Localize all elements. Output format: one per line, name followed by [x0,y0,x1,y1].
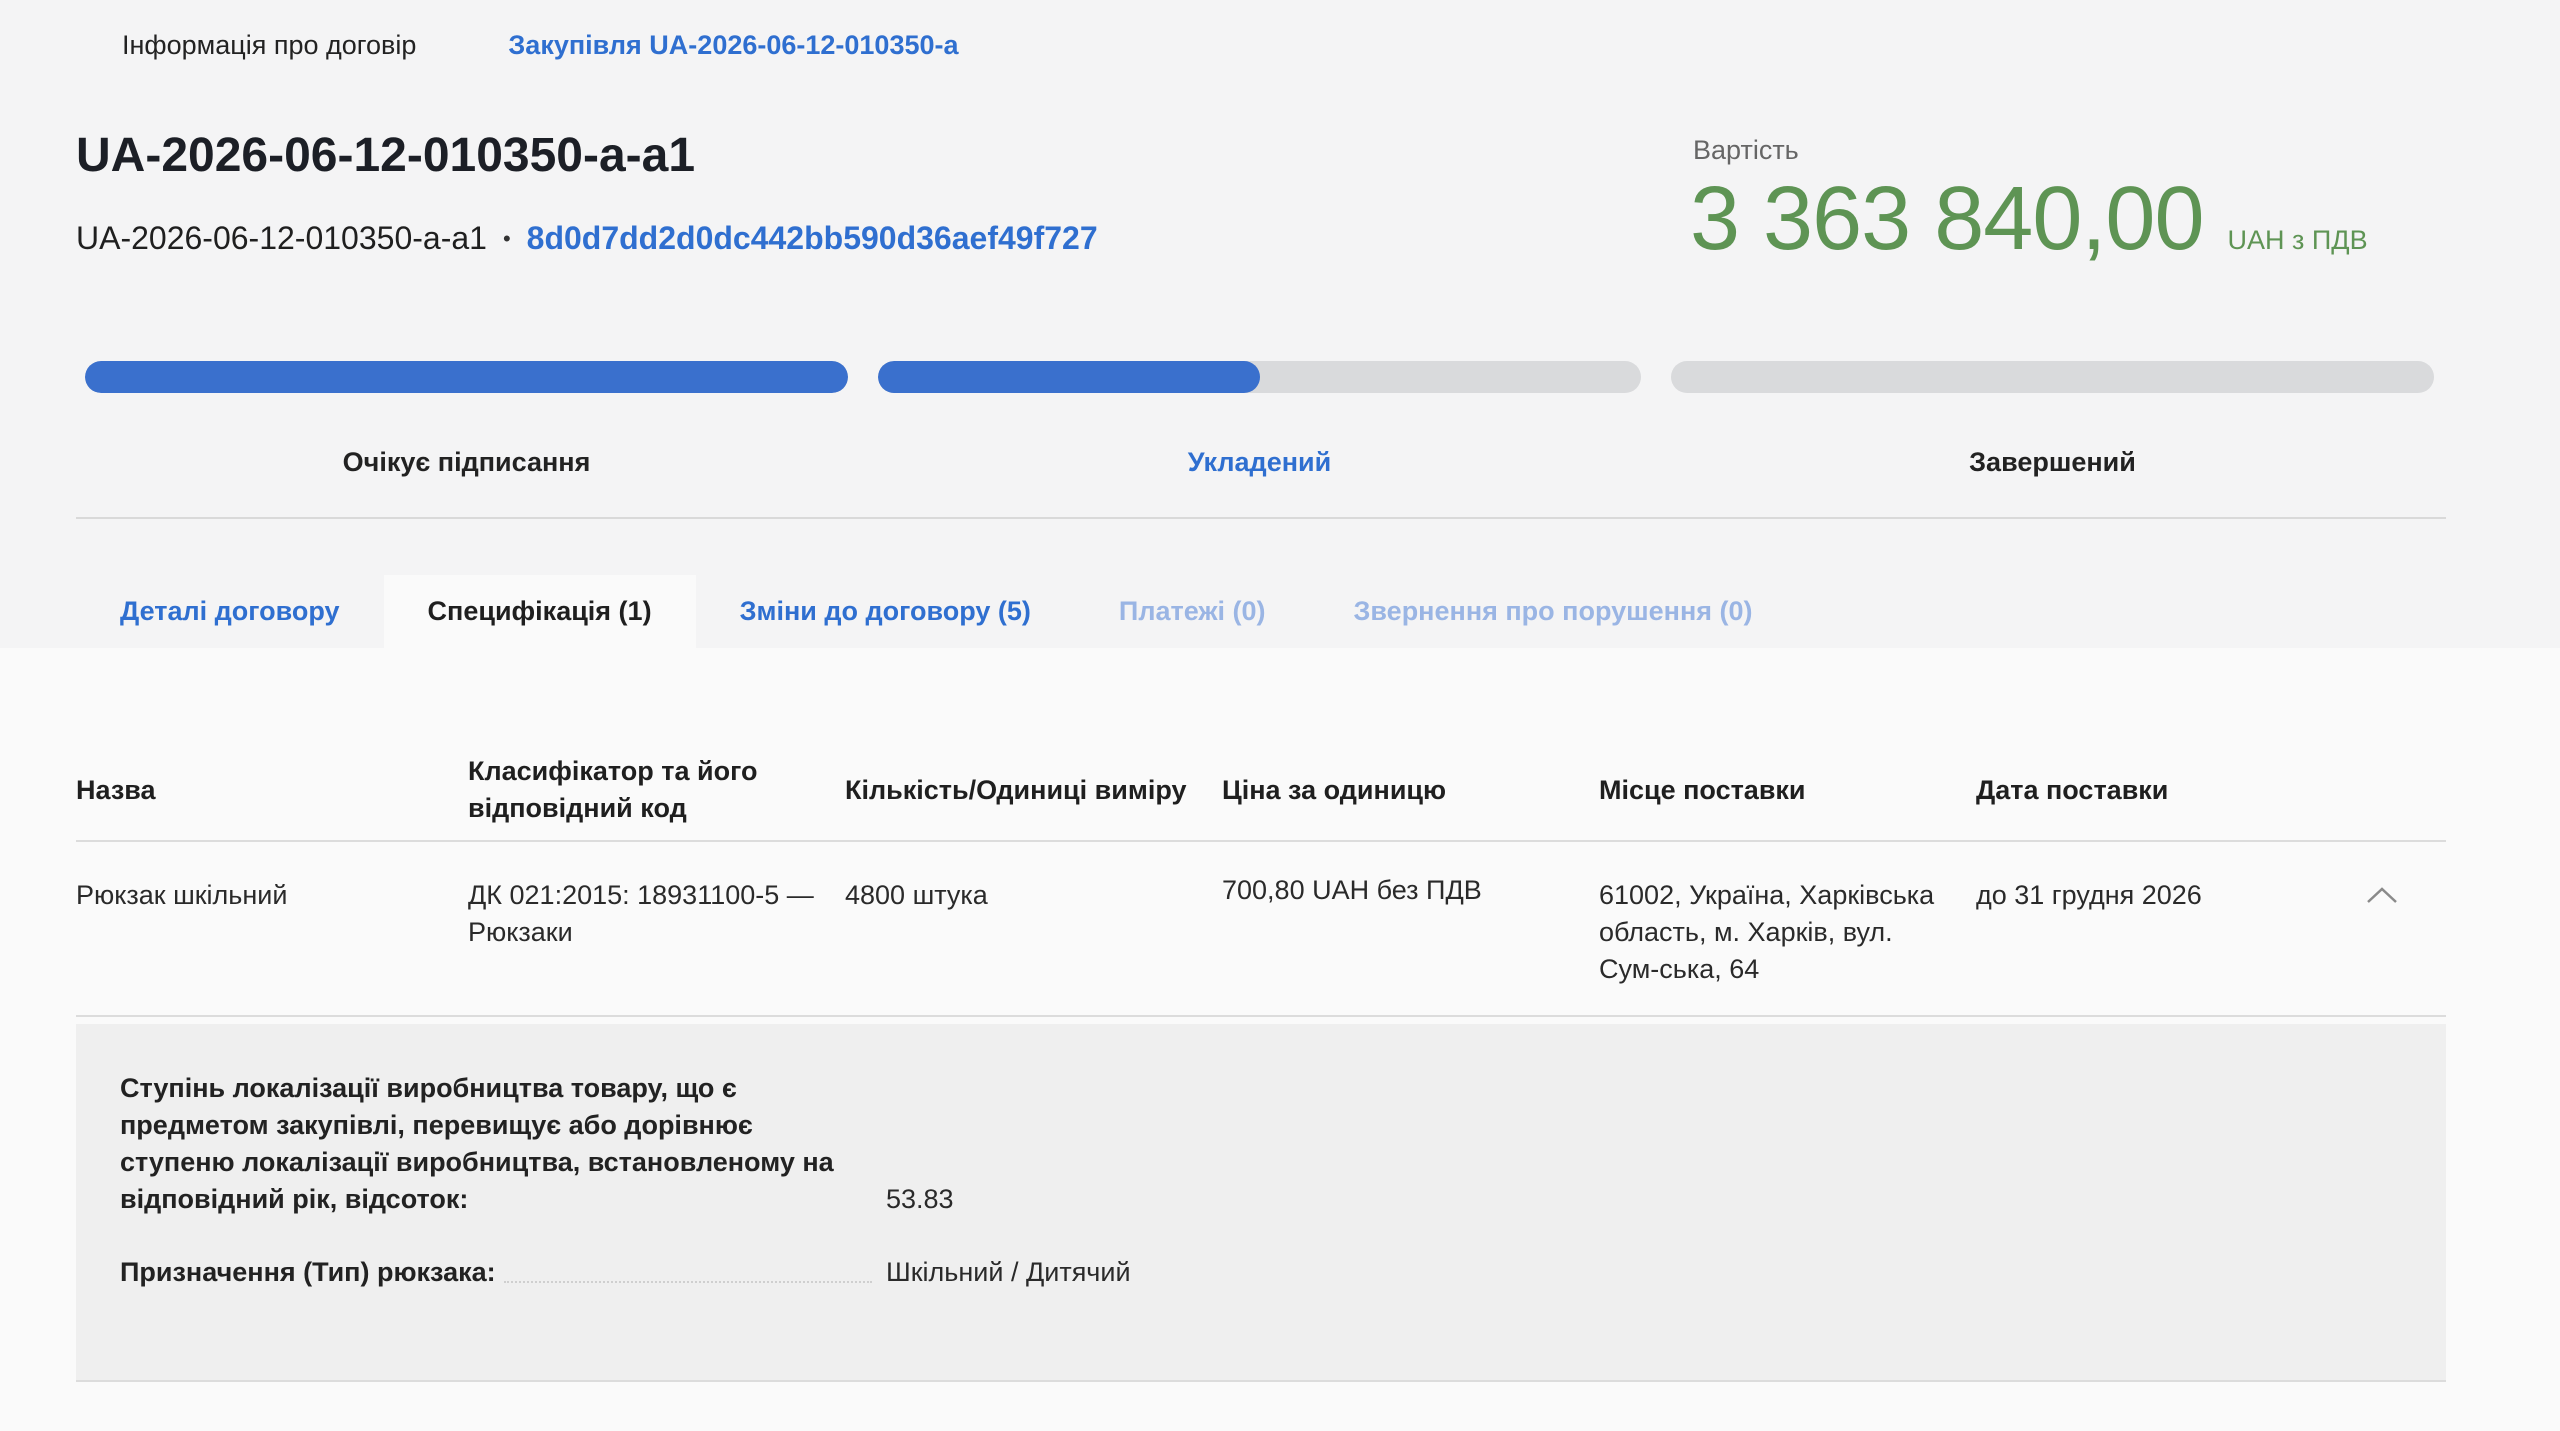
contract-id: UA-2026-06-12-010350-a-a1 [76,220,487,256]
cost-block: 3 363 840,00 UAH з ПДВ [1690,168,2368,271]
step-label: Завершений [1969,447,2136,477]
step-label: Очікує підписання [342,447,591,477]
cost-currency: UAH з ПДВ [2227,225,2368,255]
step-progress-bar [878,361,1641,393]
separator-dot: • [502,225,511,251]
table-row[interactable]: Рюкзак шкільний ДК 021:2015: 18931100-5 … [76,842,2446,1017]
divider [76,517,2446,519]
column-header-quantity: Кількість/Одиниці виміру [845,774,1187,805]
cell-name: Рюкзак шкільний [76,880,288,910]
chevron-up-icon[interactable] [2362,880,2402,910]
tab-bar: Деталі договору Специфікація (1) Зміни д… [76,575,1797,648]
cost-value: 3 363 840,00 [1690,169,2204,269]
breadcrumb-procurement-link[interactable]: Закупівля UA-2026-06-12-010350-a [508,30,958,61]
detail-value: Шкільний / Дитячий [886,1257,1131,1287]
breadcrumb-contract-info: Інформація про договір [122,30,417,60]
detail-backpack-type: Призначення (Тип) рюкзака: Шкільний / Ди… [120,1254,1131,1291]
cell-classifier: ДК 021:2015: 18931100-5 — Рюкзаки [468,880,814,947]
contract-identifiers: UA-2026-06-12-010350-a-a1 • 8d0d7dd2d0dc… [76,220,1098,257]
detail-label: Призначення (Тип) рюкзака: [120,1257,496,1287]
row-details-panel: Ступінь локалізації виробництва товару, … [76,1024,2446,1382]
cell-delivery-date: до 31 грудня 2026 [1976,880,2202,910]
status-stepper: Очікує підписання Укладений Завершений [85,361,2434,478]
step-concluded: Укладений [878,361,1641,478]
detail-value: 53.83 [886,1184,954,1214]
column-header-delivery-place: Місце поставки [1599,774,1806,805]
dotted-leader [503,1281,872,1283]
cost-label: Вартість [1693,135,1799,165]
step-progress-bar [85,361,848,393]
cell-delivery-place: 61002, Україна, Харківська область, м. Х… [1599,880,1935,984]
column-header-name: Назва [76,774,156,805]
breadcrumb: Інформація про договір Закупівля UA-2026… [122,30,959,61]
tab-contract-changes[interactable]: Зміни до договору (5) [696,575,1075,648]
column-header-unit-price: Ціна за одиницю [1222,774,1447,805]
column-header-delivery-date: Дата поставки [1976,774,2169,805]
page-title: UA-2026-06-12-010350-a-a1 [76,129,696,182]
cell-quantity: 4800 штука [845,880,988,910]
table-header: Назва Класифікатор та його відповідний к… [76,740,2446,842]
step-awaiting-signature: Очікує підписання [85,361,848,478]
tab-specification[interactable]: Специфікація (1) [383,575,696,648]
step-label: Укладений [1187,447,1332,477]
tab-complaints: Звернення про порушення (0) [1353,596,1753,626]
specification-table: Назва Класифікатор та його відповідний к… [76,740,2446,1017]
tab-payments: Платежі (0) [1118,596,1266,626]
detail-localization: Ступінь локалізації виробництва товару, … [120,1070,954,1218]
contract-hash-link[interactable]: 8d0d7dd2d0dc442bb590d36aef49f727 [527,220,1098,257]
step-completed: Завершений [1671,361,2434,478]
cell-unit-price: 700,80 UAH без ПДВ [1222,875,1482,905]
step-progress-bar [1671,361,2434,393]
detail-label: Ступінь локалізації виробництва товару, … [120,1073,834,1214]
column-header-classifier: Класифікатор та його відповідний код [468,756,758,823]
tab-contract-details[interactable]: Деталі договору [76,575,384,648]
